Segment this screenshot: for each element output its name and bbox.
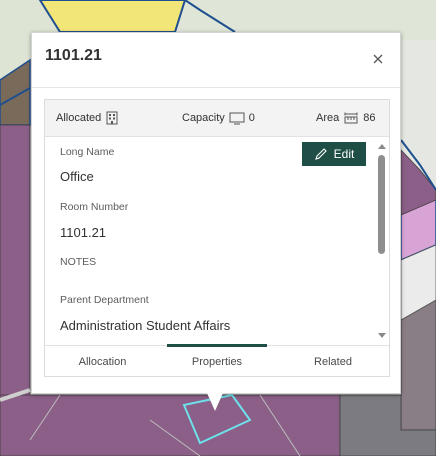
- room-yellow[interactable]: [38, 0, 187, 33]
- pencil-icon: [314, 148, 327, 160]
- area-label: Area: [316, 112, 340, 124]
- popup-divider: [32, 87, 400, 88]
- tab-related[interactable]: Related: [275, 346, 389, 376]
- field-label-notes: NOTES: [60, 256, 97, 268]
- stats-bar: Allocated Capacity 0 Area 86: [45, 100, 389, 137]
- tab-allocation[interactable]: Allocation: [45, 346, 160, 376]
- tab-properties[interactable]: Properties: [167, 344, 267, 376]
- area-stat: Area 86: [316, 111, 376, 125]
- room-gray-right[interactable]: [400, 299, 436, 431]
- capacity-value: 0: [248, 112, 255, 124]
- field-value-parent-department: Administration Student Affairs: [60, 318, 231, 333]
- edit-label: Edit: [333, 147, 355, 161]
- properties-scroll-area[interactable]: Edit Long Name Office Room Number 1101.2…: [45, 138, 375, 345]
- popup-pointer: [207, 393, 223, 411]
- capacity-stat: Capacity 0: [182, 111, 255, 125]
- capacity-label: Capacity: [182, 112, 225, 124]
- room-purple-bottom[interactable]: [0, 394, 341, 456]
- popup-title: 1101.21: [45, 47, 102, 64]
- scroll-up-arrow-icon[interactable]: [378, 144, 386, 149]
- close-icon: [373, 54, 383, 64]
- edit-button[interactable]: Edit: [302, 142, 366, 166]
- field-label-long-name: Long Name: [60, 146, 115, 158]
- area-measure-icon: [344, 112, 358, 124]
- feature-popup: 1101.21 Allocated Capacity 0 Area 86 Edi…: [31, 32, 401, 394]
- allocated-stat: Allocated: [56, 111, 119, 125]
- details-card: Allocated Capacity 0 Area 86 Edit Long N…: [44, 99, 390, 377]
- scroll-down-arrow-icon[interactable]: [378, 333, 386, 338]
- field-value-long-name: Office: [60, 169, 94, 184]
- building-icon: [106, 111, 118, 125]
- vertical-scrollbar[interactable]: [375, 138, 389, 345]
- field-label-parent-department: Parent Department: [60, 294, 149, 306]
- allocated-label: Allocated: [56, 112, 102, 124]
- monitor-icon: [229, 112, 245, 125]
- scrollbar-thumb[interactable]: [378, 155, 385, 254]
- area-value: 86: [363, 112, 376, 124]
- close-button[interactable]: [368, 49, 388, 69]
- tab-bar: Allocation Properties Related: [45, 344, 389, 376]
- field-label-room-number: Room Number: [60, 201, 129, 213]
- field-value-room-number: 1101.21: [60, 225, 107, 240]
